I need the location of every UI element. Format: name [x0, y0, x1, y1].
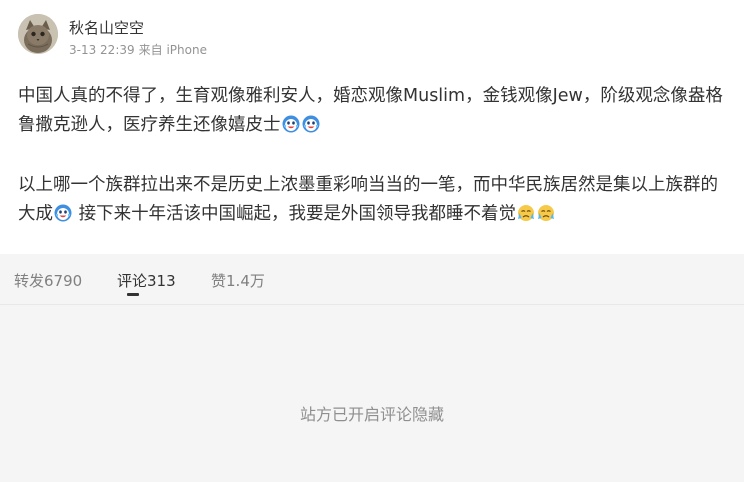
post-paragraph-1: 中国人真的不得了，生育观像雅利安人，婚恋观像Muslim，金钱观像Jew，阶级观… [18, 82, 730, 140]
post-date[interactable]: 3-13 22:39 [69, 43, 135, 57]
tab-comments-label: 评论 [117, 272, 148, 290]
tab-reposts-label: 转发 [14, 272, 45, 290]
tab-likes-label: 赞 [211, 272, 227, 290]
tab-reposts-count: 6790 [44, 272, 83, 290]
post-meta: 3-13 22:39 来自 iPhone [69, 41, 207, 58]
tab-comments-count: 313 [147, 272, 176, 290]
cry-emoji-icon [517, 203, 535, 221]
tab-likes-count: 1.4万 [226, 272, 265, 290]
cry-emoji-icon [537, 203, 555, 221]
tab-likes[interactable]: 赞1.4万 [211, 270, 265, 291]
laugh-cry-emoji-icon [282, 114, 300, 133]
comments-hidden-notice: 站方已开启评论隐藏 [299, 405, 444, 424]
paragraph-1-text: 中国人真的不得了，生育观像雅利安人，婚恋观像Muslim，金钱观像Jew，阶级观… [18, 86, 723, 135]
post-card: 秋名山空空 3-13 22:39 来自 iPhone 中国人真的不得了，生育观像雅… [0, 0, 744, 254]
post-source: 来自 iPhone [138, 43, 207, 57]
tab-comments[interactable]: 评论313 [117, 270, 176, 291]
tab-reposts[interactable]: 转发6790 [14, 270, 82, 291]
active-tab-indicator [127, 293, 139, 296]
post-body: 中国人真的不得了，生育观像雅利安人，婚恋观像Muslim，金钱观像Jew，阶级观… [18, 82, 730, 229]
comments-section [0, 305, 744, 482]
user-avatar[interactable] [18, 14, 58, 54]
interaction-tabs: 转发6790 评论313 赞1.4万 [0, 254, 744, 305]
username[interactable]: 秋名山空空 [69, 17, 144, 38]
paragraph-2-text-b: 接下来十年活该中国崛起，我要是外国领导我都睡不着觉 [73, 204, 517, 224]
post-paragraph-2: 以上哪一个族群拉出来不是历史上浓墨重彩响当当的一笔，而中华民族居然是集以上族群的… [18, 171, 730, 229]
laugh-cry-emoji-icon [54, 203, 72, 222]
laugh-cry-emoji-icon [302, 114, 320, 133]
cat-avatar-image [18, 14, 58, 54]
